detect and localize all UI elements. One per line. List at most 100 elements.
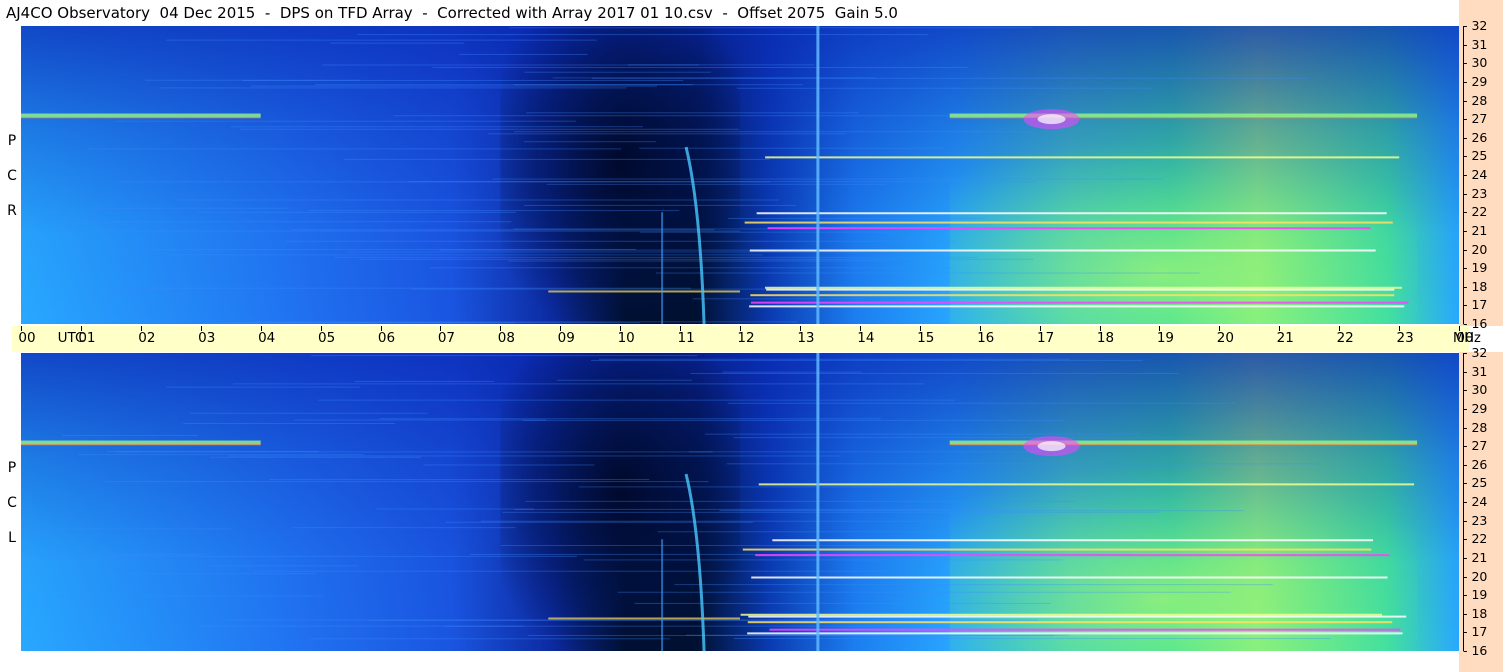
utc-tick-label: 00: [18, 330, 36, 346]
lcp-spectrogram-svg: [21, 353, 1459, 651]
frequency-tick-label: - 26: [1463, 129, 1488, 145]
utc-tick-label: 23: [1396, 330, 1414, 346]
frequency-tick-label: - 16: [1463, 643, 1488, 658]
hf-carrier-line: [767, 227, 1371, 230]
noise-line: [690, 372, 1179, 374]
noise-line: [308, 210, 680, 212]
utc-tick-label: 17: [1036, 330, 1055, 346]
noise-line: [354, 380, 495, 382]
frequency-tick-label: - 31: [1463, 36, 1488, 52]
frequency-tick-label: - 23: [1463, 512, 1488, 528]
frequency-tick-label: - 32: [1463, 18, 1488, 33]
utc-tick-label: 12: [737, 330, 755, 346]
utc-tick-label: 22: [1336, 330, 1354, 346]
noise-line: [230, 126, 644, 128]
noise-line: [334, 256, 978, 258]
utc-tick-mark: [919, 326, 921, 331]
utc-tick-mark: [140, 326, 142, 331]
frequency-tick-label: - 17: [1463, 624, 1488, 640]
noise-line: [525, 500, 1076, 502]
noise-line: [203, 322, 641, 324]
noise-line: [727, 402, 1236, 404]
utc-tick-mark: [21, 326, 22, 331]
utc-tick-label: 14: [857, 330, 875, 346]
noise-line: [118, 181, 771, 183]
noise-line: [584, 559, 1063, 561]
band-27mhz-edge: [949, 117, 1418, 119]
noise-line: [598, 358, 1071, 360]
utc-tick-label: 08: [497, 330, 515, 346]
lcp-frequency-axis: - 32 - 31 - 30 - 29 - 28 - 27 - 26 - 25 - 24 - 23…: [1459, 346, 1503, 672]
noise-line: [722, 371, 862, 373]
utc-tick-mark: [859, 326, 861, 331]
frequency-tick-label: - 24: [1463, 167, 1488, 182]
noise-line: [330, 42, 465, 44]
frequency-tick-label: - 30: [1463, 55, 1488, 71]
utc-tick-label: 20: [1216, 330, 1234, 346]
band-27mhz-segment: [949, 113, 1418, 118]
noise-line: [292, 527, 516, 529]
noise-line: [728, 217, 983, 219]
noise-line: [500, 544, 918, 546]
noise-line: [393, 115, 1009, 117]
noise-line: [719, 510, 1244, 512]
noise-line: [513, 131, 1037, 133]
frequency-tick-label: - 23: [1463, 185, 1488, 201]
frequency-tick-label: - 27: [1463, 438, 1488, 454]
noise-line: [292, 229, 715, 231]
noise-line: [197, 211, 516, 213]
utc-tick-label: 15: [917, 330, 935, 346]
utc-tick-mark: [200, 326, 202, 331]
noise-line: [359, 258, 1034, 260]
hf-carrier-line: [749, 305, 1405, 308]
frequency-tick-label: - 20: [1463, 241, 1488, 257]
noise-line: [445, 521, 753, 523]
noise-line: [106, 450, 319, 452]
noise-line: [726, 463, 1319, 465]
utc-tick-label: 19: [1156, 330, 1174, 346]
noise-line: [285, 240, 957, 242]
utc-tick-label: 02: [138, 330, 156, 346]
noise-line: [89, 230, 741, 232]
frequency-tick-label: - 26: [1463, 456, 1488, 472]
noise-line: [103, 481, 709, 483]
frequency-tick-label: - 27: [1463, 111, 1488, 127]
noise-line: [634, 602, 1051, 604]
frequency-tick-label: - 20: [1463, 568, 1488, 584]
noise-line: [509, 27, 1033, 29]
band-27mhz-segment: [949, 440, 1418, 445]
noise-line: [514, 508, 951, 510]
hf-carrier-line: [758, 483, 1415, 486]
band-27mhz-edge: [21, 117, 261, 119]
utc-tick-label: 04: [258, 330, 276, 346]
noise-line: [77, 454, 364, 456]
frequency-tick-label: - 21: [1463, 549, 1488, 565]
band-27mhz-hotspot-core: [1037, 114, 1066, 125]
frequency-tick-label: - 18: [1463, 278, 1488, 294]
band-27mhz-segment: [21, 440, 261, 445]
hf-carrier-line: [751, 576, 1388, 579]
lcp-letter-p: P: [7, 460, 17, 476]
hf-carrier-line: [750, 294, 1395, 297]
noise-line: [736, 87, 1152, 89]
frequency-tick-label: - 30: [1463, 382, 1488, 398]
noise-line: [311, 638, 670, 640]
noise-line: [177, 199, 779, 201]
noise-line: [208, 565, 358, 567]
noise-line: [432, 67, 968, 69]
noise-line: [523, 141, 657, 143]
noise-line: [90, 207, 289, 209]
utc-tick-mark: [680, 326, 682, 331]
utc-tick-label: 03: [198, 330, 216, 346]
noise-line: [228, 455, 841, 457]
band-27mhz-edge: [21, 444, 261, 446]
frequency-tick-label: - 19: [1463, 587, 1488, 603]
frequency-tick-label: - 29: [1463, 400, 1488, 416]
frequency-tick-label: - 25: [1463, 475, 1488, 491]
frequency-tick-label: - 24: [1463, 494, 1488, 509]
utc-time-axis: 00 01 02 03 04 05 06 07 08 09 10 11 12 13 14 15 16 17 18 19…: [12, 326, 1474, 352]
utc-tick-label: 16: [977, 330, 995, 346]
noise-line: [524, 204, 797, 206]
utc-tick-mark: [320, 326, 322, 331]
noise-line: [253, 570, 888, 572]
